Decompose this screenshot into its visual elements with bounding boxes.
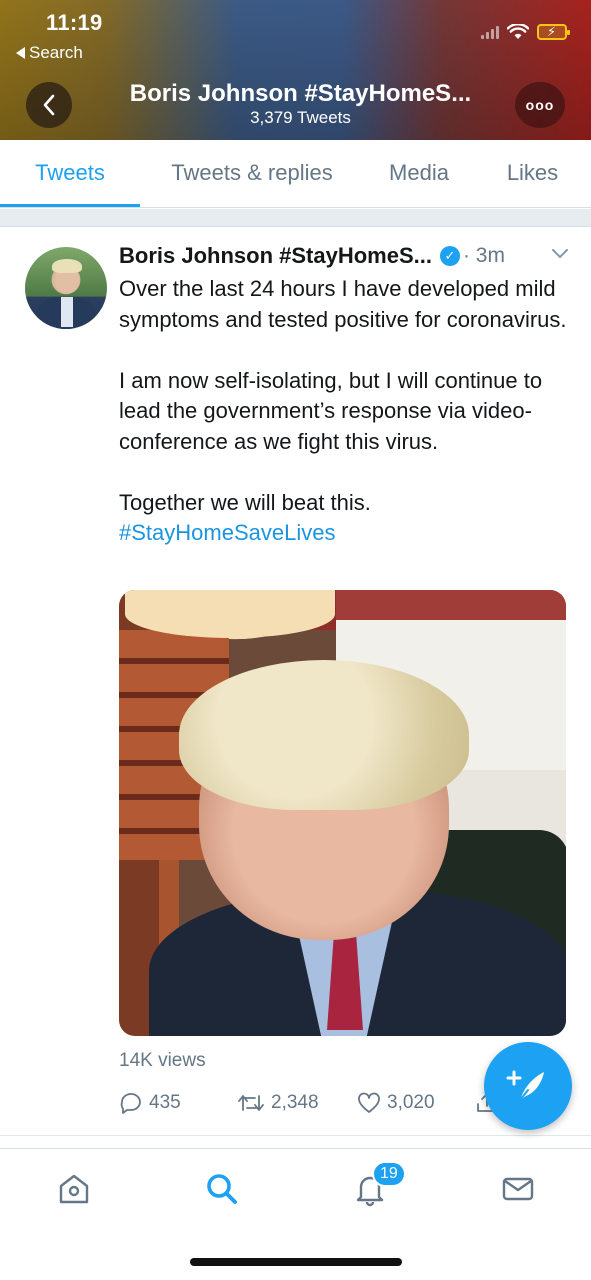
tweet-paragraph: I am now self-isolating, but I will cont…: [119, 367, 543, 454]
tweet-paragraph: Over the last 24 hours I have developed …: [119, 276, 567, 332]
search-icon: [207, 1174, 237, 1204]
messages-icon: [502, 1177, 534, 1201]
timeline-divider: [0, 1135, 591, 1136]
chevron-down-icon[interactable]: [551, 248, 569, 260]
verified-badge-icon: ✓: [439, 246, 460, 266]
nav-messages[interactable]: [496, 1167, 540, 1211]
more-dots-icon: ooo: [525, 97, 555, 113]
bottom-navigation: 19: [0, 1148, 591, 1228]
hashtag-link[interactable]: #StayHomeSaveLives: [119, 518, 569, 549]
heart-icon: [358, 1092, 380, 1113]
back-to-search-label: Search: [29, 43, 83, 62]
battery-charging-icon: ⚡: [537, 24, 570, 40]
nav-search[interactable]: [200, 1167, 244, 1211]
tab-media[interactable]: Media: [364, 140, 474, 206]
view-count: 14K views: [119, 1050, 206, 1071]
notification-badge: 19: [372, 1161, 406, 1187]
reply-button[interactable]: 435: [119, 1092, 237, 1114]
back-triangle-icon: [16, 47, 25, 59]
wifi-icon: [507, 24, 529, 39]
compose-feather-icon: [506, 1070, 544, 1101]
tweet-header: Boris Johnson #StayHomeS... ✓ · 3m: [119, 243, 505, 269]
tab-tweets-replies[interactable]: Tweets & replies: [140, 140, 364, 206]
tweet-video[interactable]: [119, 590, 566, 1036]
status-time: 11:19: [46, 10, 103, 35]
tab-likes[interactable]: Likes: [474, 140, 591, 206]
like-count: 3,020: [387, 1092, 435, 1113]
author-name[interactable]: Boris Johnson #StayHomeS...: [119, 243, 432, 269]
home-icon: [59, 1174, 89, 1204]
section-divider: [0, 209, 591, 227]
tweet-time: · 3m: [462, 244, 505, 267]
signal-icon: [481, 25, 499, 39]
nav-home[interactable]: [52, 1167, 96, 1211]
avatar[interactable]: [25, 247, 107, 329]
tab-tweets[interactable]: Tweets: [0, 140, 140, 207]
tweet-paragraph: Together we will beat this.: [119, 489, 371, 515]
reply-count: 435: [149, 1092, 181, 1113]
profile-tabs: Tweets Tweets & replies Media Likes: [0, 140, 591, 208]
tweet-count: 3,379 Tweets: [250, 108, 351, 127]
tweet-text: Over the last 24 hours I have developed …: [119, 274, 569, 549]
nav-notifications[interactable]: 19: [348, 1161, 406, 1211]
retweet-count: 2,348: [271, 1092, 319, 1113]
reply-icon: [120, 1093, 141, 1114]
like-button[interactable]: 3,020: [357, 1092, 475, 1114]
home-indicator: [190, 1258, 402, 1266]
more-options-button[interactable]: ooo: [515, 82, 565, 128]
back-to-search-link[interactable]: Search: [16, 43, 83, 63]
compose-tweet-button[interactable]: [484, 1042, 572, 1130]
profile-name-title: Boris Johnson #StayHomeS...: [129, 80, 472, 107]
status-icons: ⚡: [481, 24, 570, 40]
retweet-icon: [238, 1095, 264, 1111]
retweet-button[interactable]: 2,348: [237, 1092, 357, 1114]
